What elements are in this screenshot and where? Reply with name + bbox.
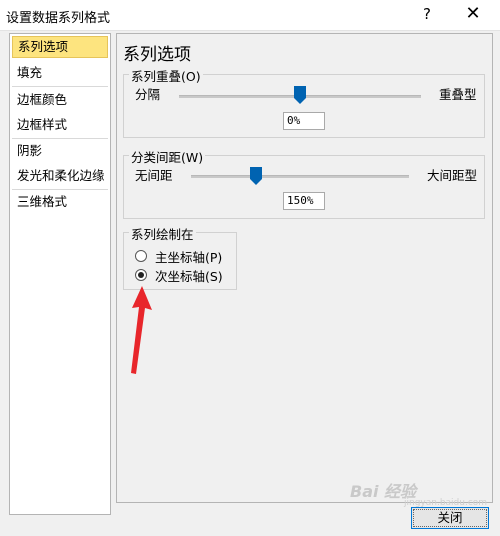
primary-axis-radio[interactable] (135, 250, 147, 262)
gap-max-label: 大间距型 (427, 168, 478, 183)
red-arrow-annotation (131, 286, 152, 374)
secondary-axis-label[interactable]: 次坐标轴(S) (155, 266, 223, 285)
gap-width-slider[interactable] (191, 175, 409, 178)
gap-width-group-label: 分类间距(W) (129, 147, 206, 166)
sidebar-item-shadow[interactable]: 阴影 (12, 140, 108, 162)
title-bar: 设置数据系列格式 ? ✕ (0, 0, 500, 31)
radio-selected-dot (138, 272, 144, 278)
overlap-max-label: 重叠型 (439, 87, 477, 102)
overlap-group-label: 系列重叠(O) (129, 66, 203, 85)
sidebar-item-border-style[interactable]: 边框样式 (12, 114, 108, 136)
sidebar-item-fill[interactable]: 填充 (12, 62, 108, 84)
sidebar-item-series-options[interactable]: 系列选项 (12, 36, 108, 58)
plot-on-group-label: 系列绘制在 (129, 224, 196, 243)
overlap-value-input[interactable]: 0% (283, 112, 325, 130)
nav-divider (12, 138, 108, 139)
window-title: 设置数据系列格式 (6, 11, 111, 26)
sidebar-item-3d-format[interactable]: 三维格式 (12, 191, 108, 213)
gap-width-value-input[interactable]: 150% (283, 192, 325, 210)
nav-divider (12, 189, 108, 190)
series-options-panel: 系列选项 系列重叠(O) 分隔 重叠型 0% 分类间距(W) 无间距 大间距型 … (116, 33, 493, 503)
sidebar-item-glow-soft-edges[interactable]: 发光和柔化边缘 (12, 165, 108, 187)
help-button[interactable]: ? (416, 2, 438, 26)
panel-title: 系列选项 (123, 45, 191, 65)
overlap-slider-thumb[interactable] (294, 86, 306, 104)
gap-width-slider-thumb[interactable] (250, 167, 263, 185)
close-dialog-button[interactable]: 关闭 (411, 507, 489, 529)
gap-min-label: 无间距 (135, 168, 173, 183)
sidebar-item-border-color[interactable]: 边框颜色 (12, 89, 108, 111)
sidebar-nav: 系列选项 填充 边框颜色 边框样式 阴影 发光和柔化边缘 三维格式 (9, 33, 111, 515)
secondary-axis-radio[interactable] (135, 269, 147, 281)
window-close-button[interactable]: ✕ (460, 2, 486, 26)
nav-divider (12, 86, 108, 87)
overlap-min-label: 分隔 (135, 87, 161, 102)
primary-axis-label[interactable]: 主坐标轴(P) (155, 247, 222, 266)
